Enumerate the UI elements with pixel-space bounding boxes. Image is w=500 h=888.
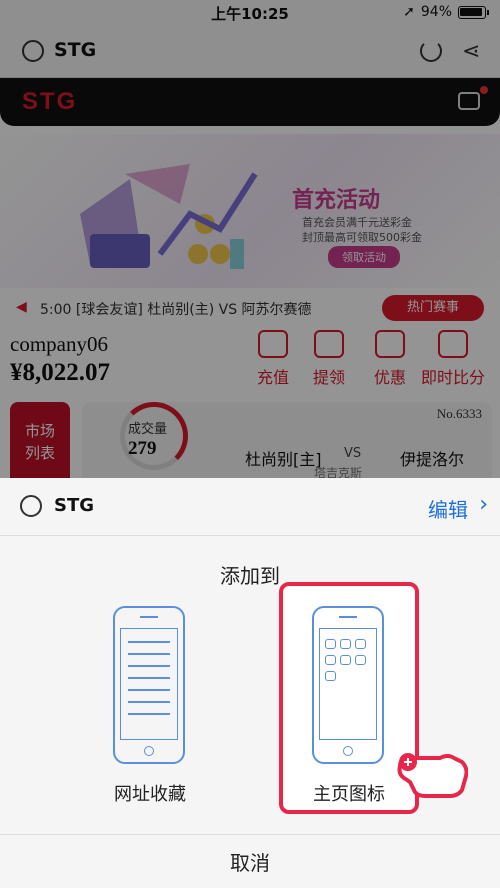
cancel-button[interactable]: 取消 [0,847,500,876]
cancel-bar: 取消 [0,834,500,888]
add-to-sheet: STG 编辑 › 添加到 网址收藏 主页图标 取消 [0,478,500,888]
sheet-site-name: STG [54,495,95,516]
home-screen-phone-icon [312,606,384,764]
sheet-header: STG 编辑 › [0,478,500,536]
globe-icon [20,495,42,517]
add-to-title: 添加到 [220,564,280,588]
bookmark-option-label: 网址收藏 [114,784,186,805]
bookmark-phone-icon [113,606,185,764]
bookmark-option[interactable]: 网址收藏 [80,582,220,814]
edit-button[interactable]: 编辑 [428,494,468,523]
pointing-hand-icon [397,753,468,798]
chevron-right-icon[interactable]: › [479,492,488,517]
